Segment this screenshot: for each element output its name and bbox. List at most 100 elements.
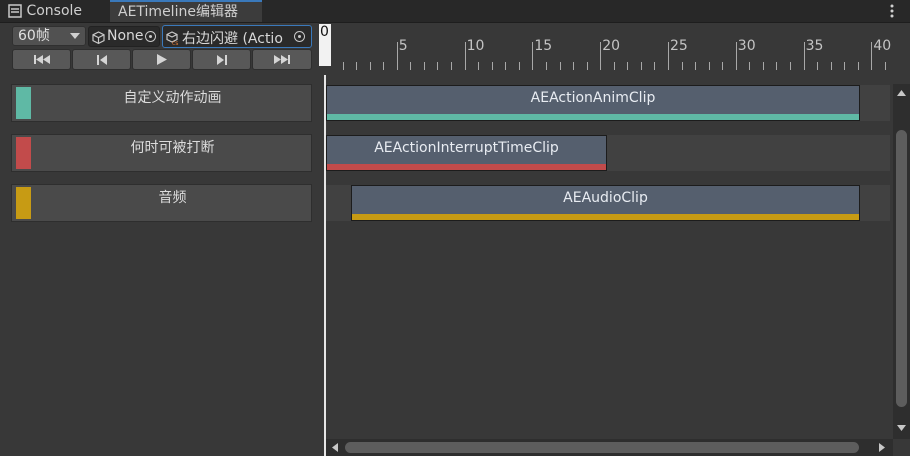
next-frame-icon bbox=[216, 54, 227, 65]
ruler-minor-tick bbox=[844, 62, 846, 70]
ruler-minor-tick bbox=[545, 62, 547, 70]
previous-frame-icon bbox=[96, 54, 107, 65]
vertical-scrollbar[interactable] bbox=[893, 84, 910, 439]
ruler-tick-label: 20 bbox=[602, 38, 621, 54]
ruler-minor-tick bbox=[857, 62, 859, 70]
tab-bar: Console AETimeline编辑器 bbox=[0, 0, 910, 23]
clip-label: AEActionInterruptTimeClip bbox=[374, 140, 559, 156]
ruler-minor-tick bbox=[478, 62, 480, 70]
object-field-action-value: 右边闪避 (Actio bbox=[182, 31, 283, 47]
clip-anim[interactable]: AEActionAnimClip bbox=[326, 85, 860, 121]
ruler-major-tick bbox=[532, 42, 534, 70]
time-ruler[interactable]: 5 10 15 20 25 30 35 40 bbox=[326, 24, 892, 72]
play-button[interactable] bbox=[132, 49, 191, 70]
ruler-major-tick bbox=[735, 42, 737, 70]
ruler-minor-tick bbox=[627, 62, 629, 70]
playhead-handle[interactable]: 0 bbox=[319, 24, 331, 66]
ruler-minor-tick bbox=[491, 62, 493, 70]
vertical-scroll-thumb[interactable] bbox=[896, 130, 907, 407]
scriptable-object-icon: cs bbox=[166, 31, 178, 45]
track-header-interrupt[interactable]: 何时可被打断 bbox=[11, 134, 312, 172]
ruler-major-tick bbox=[668, 42, 669, 70]
ruler-minor-tick bbox=[573, 62, 575, 70]
ruler-minor-tick bbox=[708, 62, 710, 70]
ruler-major-tick bbox=[803, 42, 805, 70]
ruler-tick-label: 30 bbox=[737, 38, 756, 54]
ruler-minor-tick bbox=[722, 62, 724, 70]
go-to-start-icon bbox=[33, 55, 50, 64]
ruler-minor-tick bbox=[776, 62, 778, 70]
track-name: 自定义动作动画 bbox=[123, 90, 222, 106]
tab-aetimeline-label: AETimeline编辑器 bbox=[118, 4, 238, 20]
go-to-end-button[interactable] bbox=[252, 49, 312, 70]
track-header-audio[interactable]: 音频 bbox=[11, 184, 312, 222]
ruler-tick-label: 5 bbox=[398, 38, 408, 54]
ruler-minor-tick bbox=[505, 62, 507, 70]
track-color-swatch bbox=[16, 87, 31, 119]
ruler-minor-tick bbox=[342, 62, 344, 70]
ruler-tick-label: 15 bbox=[534, 38, 553, 54]
object-field-action[interactable]: cs 右边闪避 (Actio bbox=[162, 25, 312, 48]
ruler-minor-tick bbox=[586, 62, 588, 70]
ruler-minor-tick bbox=[830, 62, 832, 70]
go-to-end-icon bbox=[274, 55, 290, 64]
gameobject-cube-icon bbox=[92, 31, 105, 44]
scroll-right-icon[interactable] bbox=[879, 443, 885, 452]
ruler-minor-tick bbox=[451, 62, 453, 70]
next-frame-button[interactable] bbox=[192, 49, 251, 70]
clip-color-bar bbox=[327, 114, 859, 120]
ruler-minor-tick bbox=[817, 62, 819, 70]
ruler-major-tick bbox=[464, 42, 466, 70]
console-icon bbox=[8, 4, 22, 18]
chevron-down-icon bbox=[70, 33, 80, 39]
ruler-minor-tick bbox=[518, 62, 520, 70]
playhead-label: 0 bbox=[320, 24, 329, 40]
scroll-down-icon[interactable] bbox=[897, 425, 906, 431]
ruler-minor-tick bbox=[884, 62, 886, 70]
track-name: 何时可被打断 bbox=[130, 140, 215, 156]
tab-aetimeline[interactable]: AETimeline编辑器 bbox=[110, 0, 262, 22]
fps-dropdown[interactable]: 60帧 bbox=[12, 26, 86, 46]
svg-text:cs: cs bbox=[172, 40, 178, 45]
ruler-minor-tick bbox=[559, 62, 561, 70]
horizontal-scrollbar[interactable] bbox=[326, 439, 893, 456]
ruler-minor-tick bbox=[437, 62, 439, 70]
ruler-major-tick bbox=[871, 42, 873, 70]
previous-frame-button[interactable] bbox=[72, 49, 131, 70]
ruler-minor-tick bbox=[695, 62, 697, 70]
ruler-minor-tick bbox=[681, 62, 683, 70]
track-color-swatch bbox=[16, 187, 31, 219]
ruler-minor-tick bbox=[654, 62, 656, 70]
ruler-tick-label: 40 bbox=[873, 38, 892, 54]
object-picker-icon[interactable] bbox=[145, 31, 156, 42]
ruler-tick-label: 35 bbox=[805, 38, 824, 54]
scroll-up-icon[interactable] bbox=[897, 90, 906, 96]
clip-color-bar bbox=[352, 214, 859, 220]
more-menu-icon[interactable] bbox=[888, 3, 896, 19]
ruler-minor-tick bbox=[640, 62, 642, 70]
ruler-minor-tick bbox=[613, 62, 615, 70]
ruler-minor-tick bbox=[356, 62, 358, 70]
object-field-none[interactable]: None bbox=[88, 26, 160, 47]
ruler-tick-label: 25 bbox=[670, 38, 688, 54]
track-header-anim[interactable]: 自定义动作动画 bbox=[11, 84, 312, 122]
fps-dropdown-value: 60帧 bbox=[18, 28, 50, 44]
go-to-start-button[interactable] bbox=[12, 49, 71, 70]
tab-console[interactable]: Console bbox=[0, 0, 90, 22]
tab-console-label: Console bbox=[26, 3, 83, 19]
track-name: 音频 bbox=[158, 190, 187, 206]
ruler-tick-label: 10 bbox=[466, 38, 485, 54]
ruler-minor-tick bbox=[423, 62, 425, 70]
object-picker-icon[interactable] bbox=[294, 31, 305, 42]
clip-audio[interactable]: AEAudioClip bbox=[351, 185, 860, 221]
clip-interrupt[interactable]: AEActionInterruptTimeClip bbox=[326, 135, 607, 171]
ruler-minor-tick bbox=[410, 62, 412, 70]
horizontal-scroll-thumb[interactable] bbox=[345, 442, 859, 453]
ruler-minor-tick bbox=[790, 62, 792, 70]
ruler-major-tick bbox=[600, 42, 602, 70]
ruler-minor-tick bbox=[762, 62, 764, 70]
play-icon bbox=[156, 54, 167, 65]
scroll-left-icon[interactable] bbox=[332, 443, 338, 452]
ruler-minor-tick bbox=[369, 62, 371, 70]
clip-color-bar bbox=[327, 164, 606, 170]
